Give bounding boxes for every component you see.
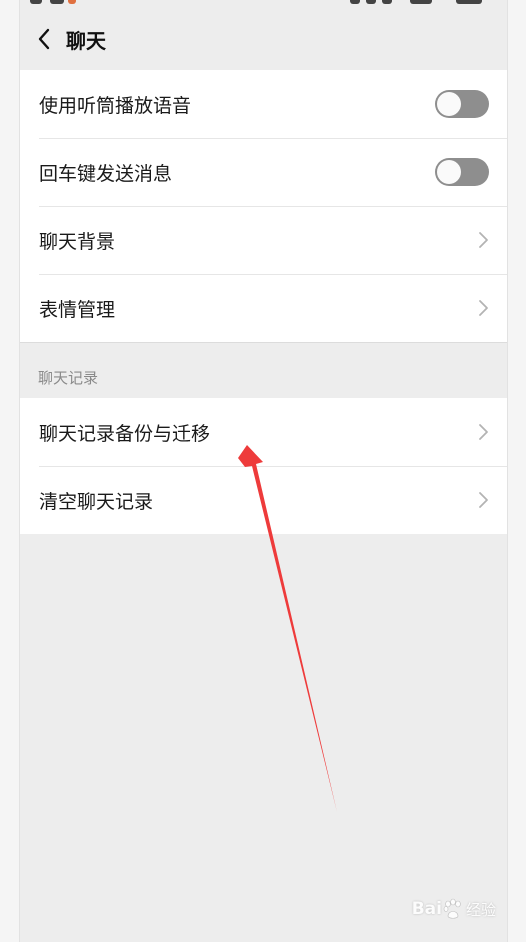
setting-label: 使用听筒播放语音 [39,94,192,117]
status-icon [350,0,360,4]
settings-group: 使用听筒播放语音 回车键发送消息 聊天背景 表情管理 [20,70,507,342]
status-bar [20,0,507,8]
setting-label: 聊天背景 [39,230,116,253]
notification-icon [68,0,76,4]
setting-label: 表情管理 [39,298,116,321]
baidu-watermark: Bai 经验 [412,898,496,920]
setting-enter-to-send[interactable]: 回车键发送消息 [20,138,507,206]
setting-clear-history[interactable]: 清空聊天记录 [20,466,507,534]
chevron-left-icon [38,28,50,50]
chevron-right-icon [479,424,488,440]
setting-earpiece-voice[interactable]: 使用听筒播放语音 [20,70,507,138]
status-icon [382,0,392,4]
chevron-right-icon [479,300,488,316]
clock-text [456,0,482,4]
setting-sticker-manage[interactable]: 表情管理 [20,274,507,342]
setting-chat-background[interactable]: 聊天背景 [20,206,507,274]
page-title: 聊天 [66,28,106,53]
section-title: 聊天记录 [38,369,99,387]
earpiece-toggle[interactable] [435,90,489,118]
phone-screen: 聊天 使用听筒播放语音 回车键发送消息 聊天背景 表情管理 聊天记录 聊天记录备… [20,0,507,942]
toggle-knob [437,92,461,116]
setting-label: 聊天记录备份与迁移 [39,422,211,445]
paw-logo-icon [443,898,461,919]
nav-header: 聊天 [20,8,507,70]
status-icon [366,0,376,4]
watermark-text: Bai [411,899,442,919]
enter-send-toggle[interactable] [435,158,489,186]
history-group: 聊天记录备份与迁移 清空聊天记录 [20,398,507,534]
setting-backup-migrate[interactable]: 聊天记录备份与迁移 [20,398,507,466]
section-header-history: 聊天记录 [20,342,507,398]
back-button[interactable] [22,8,66,70]
setting-label: 回车键发送消息 [39,162,173,185]
wifi-icon [50,0,64,4]
signal-icon [30,0,42,4]
watermark-suffix: 经验 [465,900,496,919]
toggle-knob [437,160,461,184]
chevron-right-icon [479,492,488,508]
setting-label: 清空聊天记录 [39,490,154,513]
battery-icon [410,0,432,4]
chevron-right-icon [479,232,488,248]
